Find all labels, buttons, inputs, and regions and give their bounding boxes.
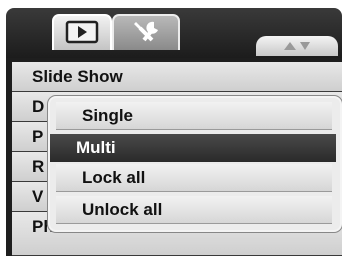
menu-item-label: R — [32, 157, 45, 176]
page-indicator — [256, 36, 338, 56]
camera-screen: Slide Show D P R V Photo Edit Single Mul… — [0, 0, 342, 256]
submenu-item-single[interactable]: Single — [56, 102, 332, 130]
tab-setup[interactable] — [112, 14, 180, 50]
menu-item-label: D — [32, 97, 45, 116]
menu-item-label: V — [32, 187, 44, 206]
submenu-item-multi[interactable]: Multi — [50, 134, 336, 162]
up-down-arrows-icon — [284, 42, 310, 50]
submenu-item-label: Multi — [76, 138, 116, 157]
playback-icon — [65, 20, 99, 44]
menu-item-slide-show[interactable]: Slide Show — [12, 62, 342, 92]
menu-item-label: Slide Show — [32, 67, 123, 86]
protect-submenu: Single Multi Lock all Unlock all — [48, 96, 342, 232]
tab-playback[interactable] — [52, 14, 112, 50]
submenu-item-label: Lock all — [82, 168, 146, 187]
submenu-item-unlock-all[interactable]: Unlock all — [56, 196, 332, 224]
menu-item-label: P — [32, 127, 44, 146]
submenu-item-label: Single — [82, 106, 134, 125]
wrench-icon — [134, 21, 158, 42]
submenu-item-lock-all[interactable]: Lock all — [56, 164, 332, 192]
submenu-item-label: Unlock all — [82, 200, 163, 219]
